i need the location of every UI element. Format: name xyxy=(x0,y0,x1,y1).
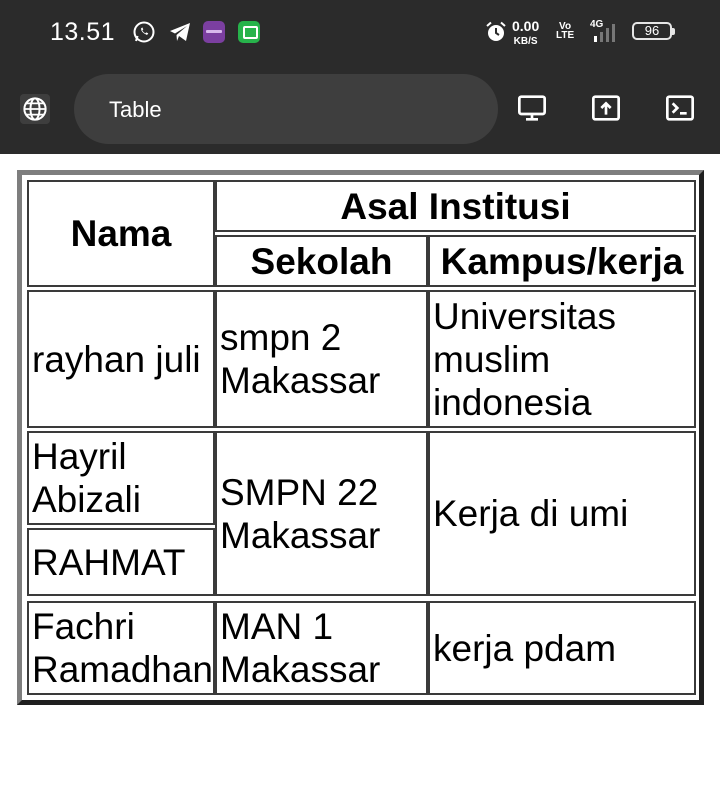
desktop-icon[interactable] xyxy=(516,92,548,124)
volte-bottom: LTE xyxy=(556,30,575,41)
header-asal-institusi-label: Asal Institusi xyxy=(340,185,571,227)
cell-text: Hayril Abizali xyxy=(32,436,141,520)
table-cell-nama: Fachri Ramadhan xyxy=(27,601,215,695)
app-purple-icon xyxy=(203,21,225,43)
table-cell-nama: rayhan juli xyxy=(27,290,215,428)
header-kampus-kerja: Kampus/kerja xyxy=(428,235,696,287)
header-nama-label: Nama xyxy=(70,213,172,254)
share-icon[interactable] xyxy=(590,92,622,124)
cell-text: Kerja di umi xyxy=(433,493,629,534)
cell-text: kerja pdam xyxy=(433,627,617,669)
cell-text: smpn 2 Makassar xyxy=(220,317,381,401)
header-sekolah: Sekolah xyxy=(215,235,428,287)
status-bar: 13.51 0.00 KB/S Vo LTE 4G 96 xyxy=(0,0,720,64)
cell-text: RAHMAT xyxy=(32,541,186,583)
network-speed: 0.00 KB/S xyxy=(512,18,540,48)
header-asal-institusi: Asal Institusi xyxy=(215,180,696,232)
network-speed-value: 0.00 xyxy=(512,18,540,34)
table-cell-kampus: kerja pdam xyxy=(428,601,696,695)
volte-indicator: Vo LTE xyxy=(556,22,575,41)
data-table: Nama Asal Institusi Sekolah Kampus/kerja… xyxy=(17,170,704,705)
whatsapp-icon xyxy=(133,21,155,43)
network-speed-unit: KB/S xyxy=(513,36,538,47)
table-cell-sekolah: SMPN 22 Makassar xyxy=(215,431,428,596)
header-kampus-kerja-label: Kampus/kerja xyxy=(440,240,684,282)
browser-toolbar: Table xyxy=(0,64,720,154)
page-title: Table xyxy=(109,97,162,122)
battery-icon: 96 xyxy=(632,22,675,40)
signal-icon xyxy=(594,24,615,42)
status-time: 13.51 xyxy=(50,18,116,46)
header-nama: Nama xyxy=(27,180,215,287)
globe-icon[interactable] xyxy=(20,94,50,124)
cell-text: Universitas muslim indonesia xyxy=(433,295,616,423)
table-cell-sekolah: smpn 2 Makassar xyxy=(215,290,428,428)
alarm-icon xyxy=(486,21,506,41)
table-cell-nama: RAHMAT xyxy=(27,528,215,596)
telegram-icon xyxy=(170,23,190,41)
table-cell-sekolah: MAN 1 Makassar xyxy=(215,601,428,695)
cell-text: MAN 1 Makassar xyxy=(220,606,381,690)
url-bar[interactable]: Table xyxy=(74,74,498,144)
terminal-icon[interactable] xyxy=(664,92,696,124)
battery-level: 96 xyxy=(644,23,660,38)
table-cell-kampus: Universitas muslim indonesia xyxy=(428,290,696,428)
cell-text: Fachri Ramadhan xyxy=(32,606,214,690)
cell-text: SMPN 22 Makassar xyxy=(220,471,381,556)
cell-text: rayhan juli xyxy=(32,338,201,380)
messages-app-icon xyxy=(238,21,260,43)
header-sekolah-label: Sekolah xyxy=(250,240,393,282)
table-cell-nama: Hayril Abizali xyxy=(27,431,215,525)
table-cell-kampus: Kerja di umi xyxy=(428,431,696,596)
